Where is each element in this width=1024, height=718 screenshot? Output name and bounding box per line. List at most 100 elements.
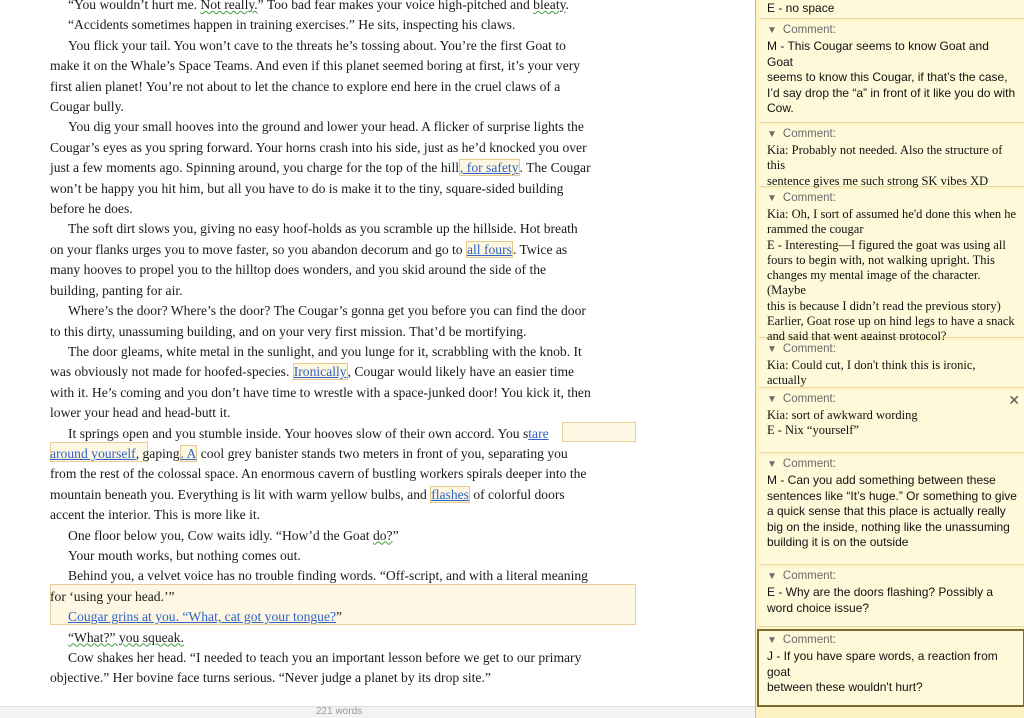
comment-line: M - Can you add something between these — [767, 473, 996, 487]
comment-body[interactable]: M - Can you add something between these s… — [767, 473, 1018, 551]
comment-line: Cow. — [767, 101, 794, 115]
text-run: ” — [392, 527, 399, 543]
comment-anchor[interactable]: tare — [528, 426, 548, 441]
comment-body[interactable]: J - If you have spare words, a reaction … — [767, 649, 1017, 696]
text-line: You flick your tail. You won’t cave to t… — [50, 36, 636, 56]
comment-anchor[interactable]: , for safety — [459, 159, 520, 177]
comment-anchor[interactable]: all fours — [466, 240, 513, 258]
text-line: The door gleams, white metal in the sunl… — [50, 342, 636, 362]
text-line: The soft dirt slows you, giving no easy … — [50, 219, 636, 239]
collapse-triangle-icon[interactable]: ▼ — [767, 25, 777, 36]
comment-body[interactable]: Kia: sort of awkward wording E - Nix “you… — [767, 408, 1018, 439]
comment-line: E - Interesting—I figured the goat was u… — [767, 237, 1006, 252]
text-line: on your flanks urges you to move faster,… — [50, 240, 636, 260]
comment-line: I’d say drop the “a” in front of it like… — [767, 85, 1016, 100]
text-run: mountain beneath you. Everything is lit … — [50, 486, 431, 502]
comment-header[interactable]: ▼ Comment: — [767, 455, 1018, 473]
text-run: “Accidents sometimes happen in training … — [68, 17, 516, 33]
text-run: ” — [336, 609, 343, 625]
comment-header[interactable]: ▼ Comment: — [767, 125, 1018, 143]
comment-card[interactable]: ▼ Comment: J - If you have spare words, a … — [757, 629, 1024, 707]
text-run: Behind you, a velvet voice has no troubl… — [68, 568, 588, 584]
comment-body[interactable]: Kia: Could cut, I don't think this is ir… — [767, 358, 1018, 389]
comment-anchor[interactable]: Cougar grins at you. “What, cat got your… — [68, 609, 336, 624]
comment-label: Comment: — [782, 634, 836, 646]
comment-line: Kia: Probably not needed. Also the struc… — [767, 143, 1003, 173]
comment-body[interactable]: Kia: Oh, I sort of assumed he'd done thi… — [767, 207, 1018, 345]
comment-card[interactable]: ▼ Comment: Kia: Oh, I sort of assumed he'd… — [759, 189, 1024, 343]
comment-header[interactable]: ▼ Comment: — [767, 21, 1018, 39]
comment-header[interactable]: ▼ Comment: — [767, 390, 1018, 408]
text-line: objective.” Her bovine face turns seriou… — [50, 668, 636, 688]
text-run: won’t be happy you hit him, but all you … — [50, 180, 564, 196]
comment-anchor[interactable]: flashes — [430, 485, 470, 503]
spelling-mark: bleaty — [533, 0, 566, 12]
comment-card[interactable]: ▼ Comment: M - This Cougar seems to know G… — [759, 21, 1024, 123]
text-line: won’t be happy you hit him, but all you … — [50, 179, 636, 199]
text-run: It springs open and you stumble inside. … — [68, 425, 529, 441]
comment-label: Comment: — [782, 192, 836, 204]
text-line: from the rest of the colossal space. An … — [50, 464, 636, 484]
comment-line: sentence gives me such strong SK vibes X… — [767, 173, 989, 188]
text-run: on your flanks urges you to move faster,… — [50, 241, 466, 257]
comment-body[interactable]: M - This Cougar seems to know Goat and G… — [767, 39, 1018, 117]
collapse-triangle-icon[interactable]: ▼ — [767, 635, 777, 646]
collapse-triangle-icon[interactable]: ▼ — [767, 129, 777, 140]
comment-line: E - Why are the doors flashing? Possibly… — [767, 585, 994, 599]
comment-body[interactable]: Kia: Probably not needed. Also the struc… — [767, 143, 1018, 189]
text-line: make it on the Whale’s Space Teams. And … — [50, 56, 636, 76]
comment-line: Kia: Oh, I sort of assumed he'd done thi… — [767, 207, 1017, 221]
comment-card[interactable]: ▼ Comment: E - Why are the doors flashing?… — [759, 567, 1024, 627]
comment-anchor[interactable]: Ironically — [292, 363, 348, 381]
collapse-triangle-icon[interactable]: ▼ — [767, 344, 777, 355]
comment-header[interactable]: ▼ Comment: — [767, 567, 1018, 585]
text-line: Where’s the door? Where’s the door? The … — [50, 301, 636, 321]
comment-label: Comment: — [782, 393, 836, 405]
comment-card[interactable]: ▼ Comment: ✕ Kia: sort of awkward wording E … — [759, 390, 1024, 453]
collapse-triangle-icon[interactable]: ▼ — [767, 459, 777, 470]
collapse-triangle-icon[interactable]: ▼ — [767, 394, 777, 405]
spelling-mark: Not really. — [200, 0, 258, 12]
manuscript-text[interactable]: “You wouldn’t hurt me. Not really.” Too … — [50, 0, 636, 689]
text-run: was obviously not made for hoofed-specie… — [50, 364, 293, 380]
comment-line: big on the inside, nothing like the unas… — [767, 519, 1010, 534]
text-line: You dig your small hooves into the groun… — [50, 117, 636, 137]
comment-header[interactable]: ▼ Comment: — [767, 189, 1018, 207]
text-line: before he does. — [50, 199, 636, 219]
comment-card[interactable]: ▼ Comment: Kia: Probably not needed. Also … — [759, 125, 1024, 189]
comment-anchor[interactable]: around yourself — [50, 446, 136, 461]
document-page[interactable]: “You wouldn’t hurt me. Not really.” Too … — [0, 0, 755, 718]
text-run: Cougar’s eyes as you spring forward. You… — [50, 139, 587, 155]
text-run: The soft dirt slows you, giving no easy … — [68, 221, 578, 237]
text-run: The door gleams, white metal in the sunl… — [68, 343, 582, 359]
text-run: with it. He’s coming and you don’t have … — [50, 384, 591, 400]
collapse-triangle-icon[interactable]: ▼ — [767, 193, 777, 204]
text-run: You dig your small hooves into the groun… — [68, 119, 584, 135]
comment-fragment[interactable]: E - no space — [759, 0, 1024, 19]
comments-pane[interactable]: E - no space ▼ Comment: M - This Cougar se… — [755, 0, 1024, 718]
comment-header[interactable]: ▼ Comment: — [767, 631, 1017, 649]
comment-card[interactable]: ▼ Comment: M - Can you add something betwe… — [759, 455, 1024, 565]
text-line: around yourself, gaping. A cool grey ban… — [50, 444, 636, 464]
text-run: objective.” Her bovine face turns seriou… — [50, 670, 491, 686]
comment-line: this is because I didn’t read the previo… — [767, 298, 1001, 313]
comment-header[interactable]: ▼ Comment: — [767, 340, 1018, 358]
text-run: . — [565, 0, 569, 12]
comment-anchor[interactable]: . A — [179, 444, 198, 462]
text-line: Cougar bully. — [50, 97, 636, 117]
text-line: building, panting for air. — [50, 281, 636, 301]
comment-line: E - Nix “yourself” — [767, 423, 859, 438]
text-line: lower your head and head-butt it. — [50, 403, 636, 423]
text-run: Where’s the door? Where’s the door? The … — [68, 303, 586, 319]
comment-card[interactable]: ▼ Comment: Kia: Could cut, I don't think t… — [759, 340, 1024, 388]
close-icon[interactable]: ✕ — [1008, 392, 1020, 409]
comment-label: Comment: — [782, 24, 836, 36]
text-line: accent the interior. This is more like i… — [50, 505, 636, 525]
text-run: “You wouldn’t hurt me. — [68, 0, 201, 12]
collapse-triangle-icon[interactable]: ▼ — [767, 571, 777, 582]
text-line: for ‘using your head.’” — [50, 587, 636, 607]
comment-body[interactable]: E - Why are the doors flashing? Possibly… — [767, 585, 1018, 616]
text-run: Your mouth works, but nothing comes out. — [68, 547, 301, 563]
text-run: . The Cougar — [519, 160, 591, 176]
word-count: 221 words — [316, 706, 363, 717]
